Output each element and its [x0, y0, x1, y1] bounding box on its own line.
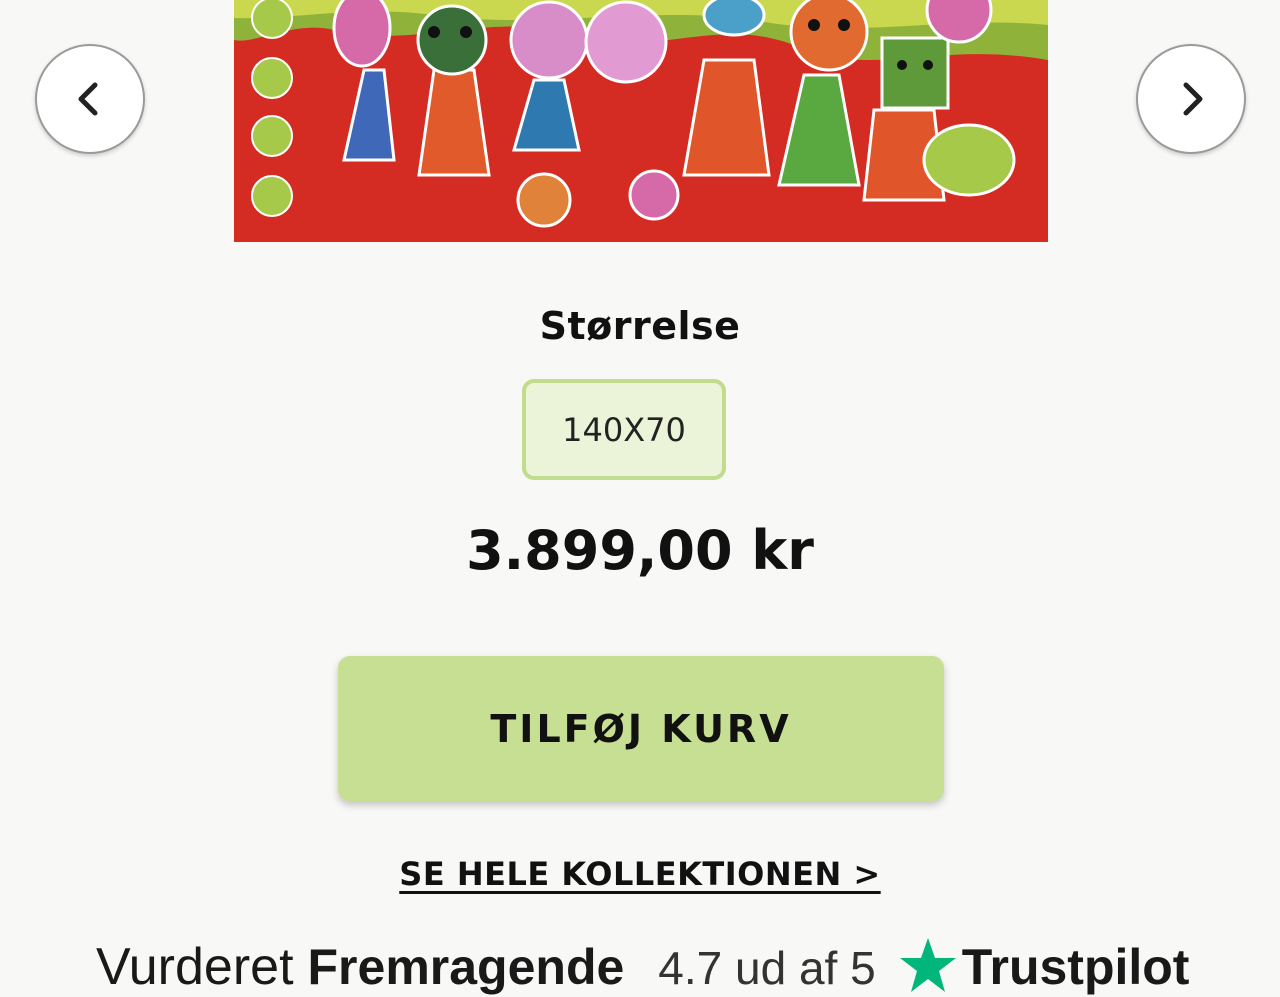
carousel-prev-button[interactable] [35, 44, 145, 154]
size-option-140x70[interactable]: 140X70 [522, 379, 726, 480]
chevron-right-icon [1183, 82, 1203, 116]
see-collection-link-wrapper: SE HELE KOLLEKTIONEN > [0, 855, 1280, 893]
rating-score: 4.7 ud af 5 [658, 942, 876, 994]
trustpilot-widget[interactable]: Vurderet Fremragende 4.7 ud af 5 Trustpi… [96, 926, 1196, 996]
product-price: 3.899,00 kr [466, 519, 814, 582]
trustpilot-brand: Trustpilot [961, 939, 1190, 995]
add-to-cart-button[interactable]: TILFØJ KURV [338, 656, 944, 801]
rating-word: Fremragende [307, 939, 625, 995]
size-heading: Størrelse [539, 304, 741, 348]
trustpilot-star-icon [899, 938, 956, 992]
product-image[interactable] [234, 0, 1048, 242]
rating-label: Vurderet [96, 938, 294, 996]
carousel-next-button[interactable] [1136, 44, 1246, 154]
see-collection-link[interactable]: SE HELE KOLLEKTIONEN > [399, 855, 880, 893]
chevron-left-icon [78, 82, 98, 116]
